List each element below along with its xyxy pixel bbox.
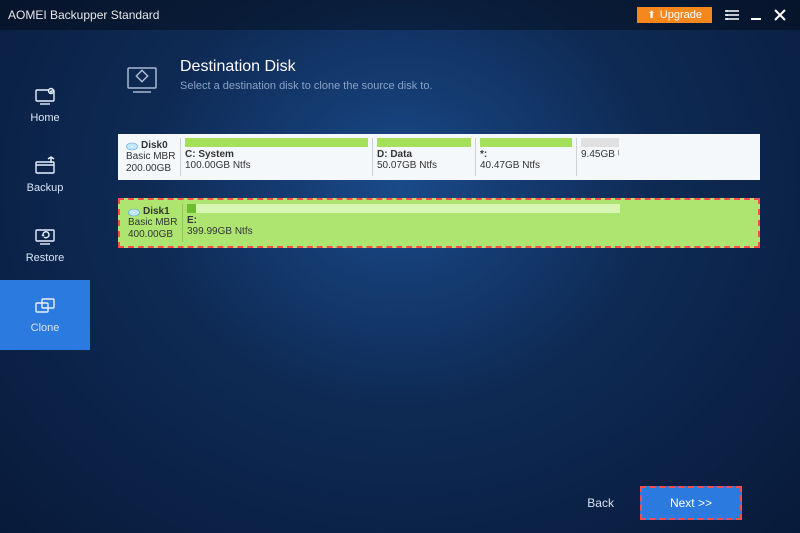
backup-icon [33,156,57,176]
page-subtitle: Select a destination disk to clone the s… [180,80,433,92]
hdd-icon [128,208,140,216]
partition[interactable]: 9.45GB U [576,138,619,176]
next-button[interactable]: Next >> [640,486,742,520]
disk-info: Disk0 Basic MBR 200.00GB [122,138,180,176]
sidebar: Home Backup Restore Clone [0,30,90,533]
main-panel: Destination Disk Select a destination di… [90,30,800,533]
disk-list: Disk0 Basic MBR 200.00GB C: System 100.0… [118,134,760,248]
destination-disk-icon [118,58,166,106]
sidebar-item-label: Clone [31,322,60,334]
app-title: AOMEI Backupper Standard [8,8,637,22]
sidebar-item-clone[interactable]: Clone [0,280,90,350]
minimize-icon[interactable] [744,3,768,27]
sidebar-item-restore[interactable]: Restore [0,210,90,280]
clone-icon [33,296,57,316]
disk-partitions: C: System 100.00GB Ntfs D: Data 50.07GB … [180,138,756,176]
disk-row-0[interactable]: Disk0 Basic MBR 200.00GB C: System 100.0… [118,134,760,180]
sidebar-item-label: Backup [27,182,64,194]
disk-name: Disk0 [141,140,168,151]
footer: Back Next >> [118,473,760,533]
sidebar-item-backup[interactable]: Backup [0,140,90,210]
disk-partitions: E: 399.99GB Ntfs [182,204,754,242]
partition[interactable]: C: System 100.00GB Ntfs [180,138,368,176]
disk-size: 200.00GB [126,163,176,175]
restore-icon [33,226,57,246]
page-title: Destination Disk [180,58,433,76]
page-header: Destination Disk Select a destination di… [118,58,760,106]
sidebar-item-home[interactable]: Home [0,70,90,140]
sidebar-item-label: Home [30,112,59,124]
sidebar-item-label: Restore [26,252,65,264]
disk-row-1[interactable]: Disk1 Basic MBR 400.00GB E: 399.99GB Ntf… [118,198,760,248]
body: Home Backup Restore Clone [0,30,800,533]
titlebar: AOMEI Backupper Standard Upgrade [0,0,800,30]
disk-type: Basic MBR [126,151,176,163]
disk-name: Disk1 [143,206,170,217]
disk-size: 400.00GB [128,229,178,241]
partition[interactable]: D: Data 50.07GB Ntfs [372,138,471,176]
home-icon [33,86,57,106]
menu-icon[interactable] [720,3,744,27]
partition[interactable]: E: 399.99GB Ntfs [182,204,620,242]
back-button[interactable]: Back [573,488,628,518]
disk-type: Basic MBR [128,217,178,229]
hdd-icon [126,142,138,150]
upgrade-button[interactable]: Upgrade [637,7,712,23]
partition[interactable]: *: 40.47GB Ntfs [475,138,572,176]
close-icon[interactable] [768,3,792,27]
disk-info: Disk1 Basic MBR 400.00GB [124,204,182,242]
app-window: AOMEI Backupper Standard Upgrade Home [0,0,800,533]
